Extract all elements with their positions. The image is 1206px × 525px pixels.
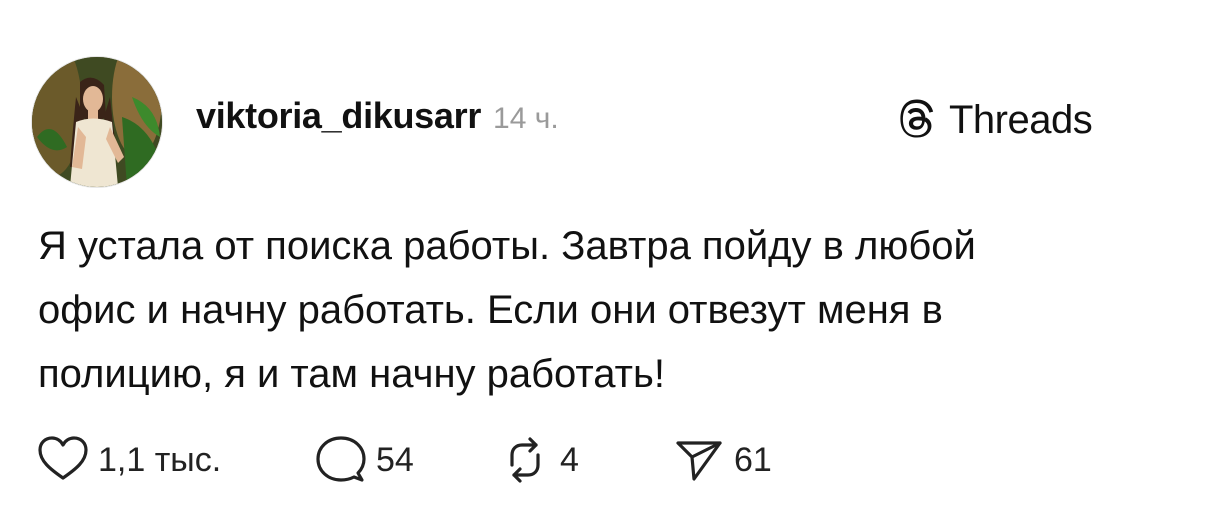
reply-count: 54	[376, 440, 414, 479]
post-text-line: полицию, я и там начну работать!	[38, 352, 665, 396]
avatar[interactable]	[31, 56, 163, 188]
repost-count: 4	[560, 440, 579, 479]
post-body: Я устала от поиска работы. Завтра пойду …	[38, 214, 1178, 406]
heart-icon	[38, 436, 88, 480]
threads-brand: Threads	[893, 95, 1093, 145]
reply-button[interactable]: 54	[314, 432, 414, 488]
brand-name: Threads	[949, 97, 1093, 142]
comment-icon	[316, 436, 366, 482]
repost-icon	[510, 437, 540, 483]
repost-button[interactable]: 4	[498, 432, 579, 488]
like-button[interactable]: 1,1 тыс.	[36, 432, 221, 488]
post-header: viktoria_dikusarr 14 ч.	[196, 95, 559, 145]
post-text-line: офис и начну работать. Если они отвезут …	[38, 288, 943, 332]
send-icon	[676, 441, 722, 481]
threads-logo-icon	[900, 99, 934, 138]
share-button[interactable]: 61	[672, 432, 772, 488]
share-count: 61	[734, 440, 772, 479]
post-timestamp: 14 ч.	[493, 102, 559, 135]
post-text-line: Я устала от поиска работы. Завтра пойду …	[38, 224, 976, 268]
post-actions: 1,1 тыс. 54 4 61	[36, 432, 836, 488]
username[interactable]: viktoria_dikusarr	[196, 95, 481, 137]
threads-post-card: viktoria_dikusarr 14 ч. Threads Я устала…	[0, 0, 1206, 525]
like-count: 1,1 тыс.	[98, 440, 222, 479]
